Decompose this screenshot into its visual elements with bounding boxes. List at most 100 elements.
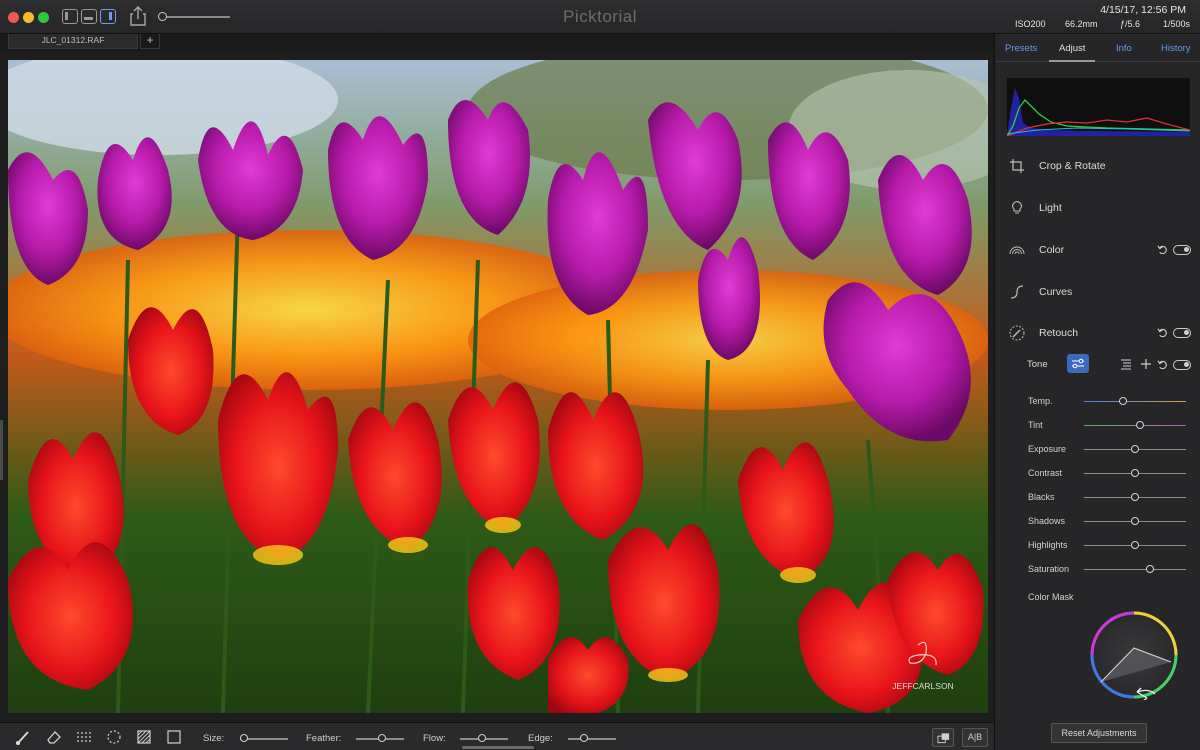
- adjust-row-exposure: Exposure: [995, 440, 1200, 464]
- section-color[interactable]: Color: [995, 230, 1200, 270]
- adjust-label: Shadows: [1028, 516, 1066, 526]
- contrast-slider[interactable]: [1084, 469, 1186, 477]
- color-toggle[interactable]: [1173, 245, 1191, 255]
- section-label: Color: [1039, 244, 1065, 256]
- left-edge-handle[interactable]: [0, 420, 3, 480]
- overlay-mask-button[interactable]: [932, 728, 954, 747]
- flow-label: Flow:: [423, 733, 446, 744]
- reset-tone-icon[interactable]: [1157, 359, 1168, 370]
- section-label: Crop & Rotate: [1039, 160, 1106, 172]
- reset-retouch-icon[interactable]: [1157, 327, 1168, 338]
- crop-icon: [1010, 159, 1024, 173]
- blacks-slider[interactable]: [1084, 493, 1186, 501]
- adjust-row-saturation: Saturation: [995, 560, 1200, 584]
- tone-toggle[interactable]: [1173, 360, 1191, 370]
- reset-adjustments-button[interactable]: Reset Adjustments: [1051, 723, 1147, 743]
- section-light[interactable]: Light: [995, 188, 1200, 228]
- feather-label: Feather:: [306, 733, 342, 744]
- flow-slider-knob[interactable]: [478, 734, 486, 742]
- size-label: Size:: [203, 733, 225, 744]
- exif-aperture: ƒ/5.6: [1120, 19, 1141, 29]
- contrast-slider-knob[interactable]: [1131, 469, 1139, 477]
- flow-slider[interactable]: [460, 734, 508, 742]
- section-crop-rotate[interactable]: Crop & Rotate: [995, 146, 1200, 186]
- temp-slider-knob[interactable]: [1118, 397, 1127, 405]
- shadows-slider[interactable]: [1084, 517, 1186, 525]
- capture-date: 4/15/17, 12:56 PM: [1100, 4, 1186, 16]
- photo-canvas[interactable]: JEFFCARLSON: [8, 60, 988, 713]
- filmstrip-scroll-indicator[interactable]: [462, 746, 534, 749]
- clear-mask-icon[interactable]: [164, 728, 184, 746]
- sliders-icon: [1072, 358, 1084, 369]
- adjust-row-shadows: Shadows: [995, 512, 1200, 536]
- exif-iso: ISO200: [1015, 19, 1046, 29]
- tone-adjust-button[interactable]: [1067, 354, 1089, 373]
- eraser-tool-icon[interactable]: [44, 728, 64, 746]
- bulb-icon: [1011, 200, 1023, 214]
- add-layer-icon[interactable]: [1140, 358, 1152, 370]
- color-mask-wheel[interactable]: [1089, 610, 1179, 700]
- fill-tool-icon[interactable]: [134, 728, 154, 746]
- tint-slider[interactable]: [1084, 421, 1186, 429]
- histogram: [1007, 78, 1190, 136]
- tulip-photo: [8, 60, 988, 713]
- exposure-slider-knob[interactable]: [1131, 445, 1139, 453]
- saturation-slider-knob[interactable]: [1146, 565, 1155, 573]
- adjust-row-contrast: Contrast: [995, 464, 1200, 488]
- feather-slider-knob[interactable]: [378, 734, 386, 742]
- rainbow-icon: [1009, 246, 1025, 255]
- exposure-slider[interactable]: [1084, 445, 1186, 453]
- highlights-slider-knob[interactable]: [1131, 541, 1139, 549]
- adjust-label: Temp.: [1028, 396, 1053, 406]
- adjust-row-temp: Temp.: [995, 392, 1200, 416]
- adjust-label: Blacks: [1028, 492, 1055, 502]
- reset-color-icon[interactable]: [1157, 244, 1168, 255]
- edge-label: Edge:: [528, 733, 553, 744]
- adjust-label: Highlights: [1028, 540, 1068, 550]
- file-tab[interactable]: JLC_01312.RAF: [8, 34, 138, 49]
- adjust-label: Contrast: [1028, 468, 1063, 478]
- edge-slider-knob[interactable]: [580, 734, 588, 742]
- panel-tabs: Presets Adjust Info History: [995, 34, 1200, 62]
- inspector-panel: Presets Adjust Info History Crop & Rotat…: [994, 34, 1200, 750]
- gradient-tool-icon[interactable]: [74, 728, 94, 746]
- exif-shutter: 1/500s: [1163, 19, 1191, 29]
- add-tab-button[interactable]: +: [140, 34, 160, 49]
- brush-icon: [1009, 325, 1025, 341]
- curve-icon: [1010, 285, 1024, 299]
- list-icon[interactable]: [1120, 358, 1132, 370]
- retouch-toggle[interactable]: [1173, 328, 1191, 338]
- edge-slider[interactable]: [568, 734, 616, 742]
- adjust-row-highlights: Highlights: [995, 536, 1200, 560]
- feather-slider[interactable]: [356, 734, 404, 742]
- exif-focal-length: 66.2mm: [1065, 19, 1098, 29]
- tab-info[interactable]: Info: [1116, 43, 1132, 54]
- adjust-label: Exposure: [1028, 444, 1067, 454]
- brush-tool-icon[interactable]: [14, 728, 34, 746]
- blacks-slider-knob[interactable]: [1131, 493, 1139, 501]
- tab-history[interactable]: History: [1161, 43, 1191, 54]
- shadows-slider-knob[interactable]: [1131, 517, 1139, 525]
- section-retouch[interactable]: Retouch: [995, 313, 1200, 353]
- mask-overlay-icon: [936, 733, 949, 744]
- active-tab-indicator: [1049, 60, 1095, 62]
- radial-tool-icon[interactable]: [104, 728, 124, 746]
- section-curves[interactable]: Curves: [995, 272, 1200, 312]
- saturation-slider[interactable]: [1084, 565, 1186, 573]
- adjust-row-tint: Tint: [995, 416, 1200, 440]
- size-slider[interactable]: [240, 734, 288, 742]
- temp-slider[interactable]: [1084, 397, 1186, 405]
- highlights-slider[interactable]: [1084, 541, 1186, 549]
- section-label: Light: [1039, 202, 1062, 214]
- tab-adjust[interactable]: Adjust: [1059, 43, 1085, 54]
- section-label: Curves: [1039, 286, 1073, 298]
- adjust-label: Tint: [1028, 420, 1043, 430]
- watermark-text: JEFFCARLSON: [892, 681, 953, 691]
- tab-presets[interactable]: Presets: [1005, 43, 1037, 54]
- compare-ab-button[interactable]: A|B: [962, 728, 988, 747]
- section-label: Retouch: [1039, 327, 1079, 339]
- size-slider-knob[interactable]: [240, 734, 248, 742]
- tint-slider-knob[interactable]: [1136, 421, 1145, 429]
- watermark-signature: JEFFCARLSON: [892, 641, 954, 691]
- adjust-label: Saturation: [1028, 564, 1070, 574]
